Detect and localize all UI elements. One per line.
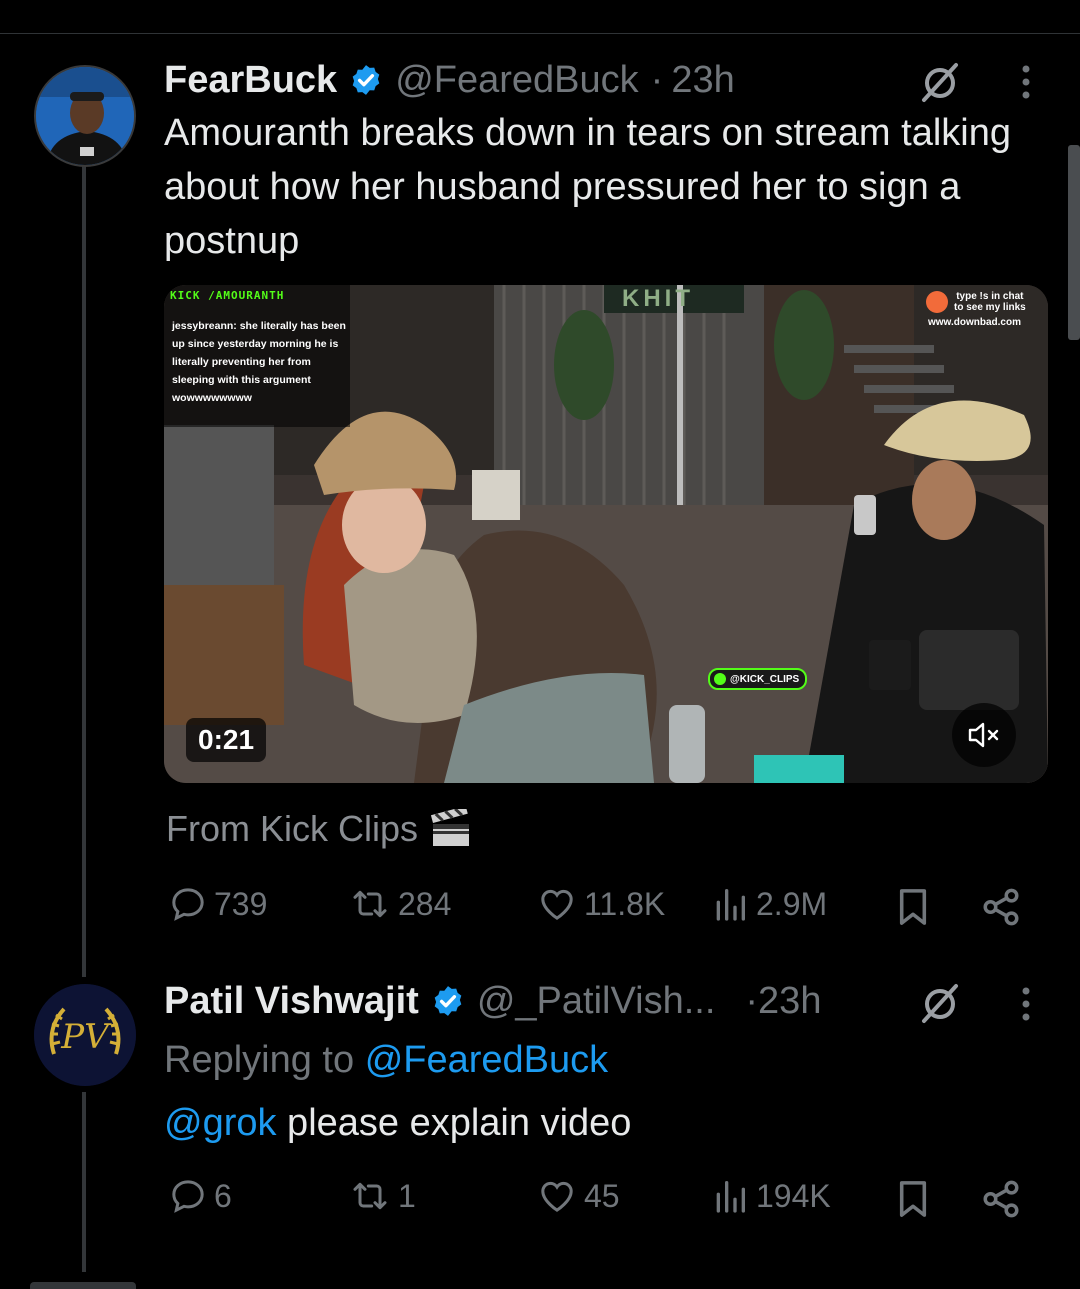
more-options-icon[interactable] [1017,984,1035,1024]
reply-timestamp[interactable]: ·23h [745,980,821,1023]
twitter-bird-icon [714,673,726,685]
handle[interactable]: @FearedBuck [395,59,638,102]
reply-avatar[interactable]: PV [34,984,136,1086]
grok-icon[interactable] [918,60,962,104]
kick-channel-label: KICK /AMOURANTH [170,289,285,302]
reply-handle[interactable]: @_PatilVish... [477,980,716,1023]
scrollbar[interactable] [1068,145,1080,340]
thread-line [82,1092,86,1272]
replying-to-link[interactable]: @FearedBuck [365,1039,608,1081]
more-options-icon[interactable] [1017,62,1035,102]
timestamp[interactable]: 23h [671,59,734,102]
watermark-badge: @KICK_CLIPS [708,668,808,690]
repost-button[interactable]: 284 [348,884,451,924]
reply-body: please explain video [276,1102,632,1144]
reply-header: Patil Vishwajit @_PatilVish... ·23h [164,977,821,1025]
views-button[interactable]: 2.9M [710,884,827,924]
heart-icon [541,889,573,920]
next-avatar-edge [30,1282,136,1289]
video-duration: 0:21 [186,718,267,762]
banner-text: KHIT [622,285,694,312]
promo-line2: to see my links [954,302,1026,313]
bookmark-icon[interactable] [893,1178,933,1220]
thread-line [82,162,86,977]
verified-badge-icon [434,986,462,1016]
repost-icon [353,890,387,918]
reply-text: @grok please explain video [164,1096,631,1150]
separator: · [650,58,664,101]
avatar-monogram: PV [60,1017,112,1057]
bookmark-icon[interactable] [893,886,933,928]
peach-icon [926,291,948,313]
share-icon[interactable] [980,886,1022,928]
clapperboard-icon [430,809,470,846]
promo-line1: type !s in chat [956,291,1024,302]
reply-button[interactable]: 6 [168,1176,232,1216]
reply-icon [172,888,204,921]
promo-text: type !s in chat to see my links [954,291,1026,313]
views-button[interactable]: 194K [710,1176,831,1216]
mute-button[interactable] [952,703,1016,767]
like-count: 11.8K [584,885,666,922]
speaker-muted-icon [968,722,999,748]
reply-display-name[interactable]: Patil Vishwajit [164,980,419,1023]
reply-count: 6 [214,1177,232,1214]
display-name[interactable]: FearBuck [164,59,337,102]
avatar[interactable] [34,65,136,167]
tweet-text: Amouranth breaks down in tears on stream… [164,112,1011,262]
repost-button[interactable]: 1 [348,1176,416,1216]
like-button[interactable]: 45 [536,1176,620,1216]
view-count: 194K [756,1177,831,1214]
repost-icon [353,1182,387,1210]
pv-logo: PV [34,984,136,1086]
reply-icon [172,1180,204,1213]
reply-button[interactable]: 739 [168,884,267,924]
like-button[interactable]: 11.8K [536,884,665,924]
top-divider [0,33,1080,34]
reply-count: 739 [214,885,268,922]
analytics-icon [716,1181,745,1213]
grok-icon[interactable] [918,981,962,1025]
heart-icon [541,1181,573,1212]
replying-prefix: Replying to [164,1039,355,1081]
promo-url: www.downbad.com [928,317,1021,328]
replying-to-line: Replying to @FearedBuck [164,1033,608,1087]
view-count: 2.9M [756,885,828,922]
media-source[interactable]: From Kick Clips [166,808,472,850]
repost-count: 284 [398,885,452,922]
share-icon[interactable] [980,1178,1022,1220]
repost-count: 1 [398,1177,416,1214]
chat-message: jessybreann: she literally has been up s… [172,320,346,404]
video-player[interactable]: KICK /AMOURANTH jessybreann: she literal… [164,285,1048,783]
avatar-photo [36,67,134,165]
analytics-icon [716,889,745,921]
watermark-text: @KICK_CLIPS [730,673,800,685]
verified-badge-icon [352,65,380,95]
tweet-header: FearBuck @FearedBuck · 23h [164,56,735,104]
grok-mention[interactable]: @grok [164,1102,277,1144]
source-label: From Kick Clips [166,808,419,849]
like-count: 45 [584,1177,620,1214]
